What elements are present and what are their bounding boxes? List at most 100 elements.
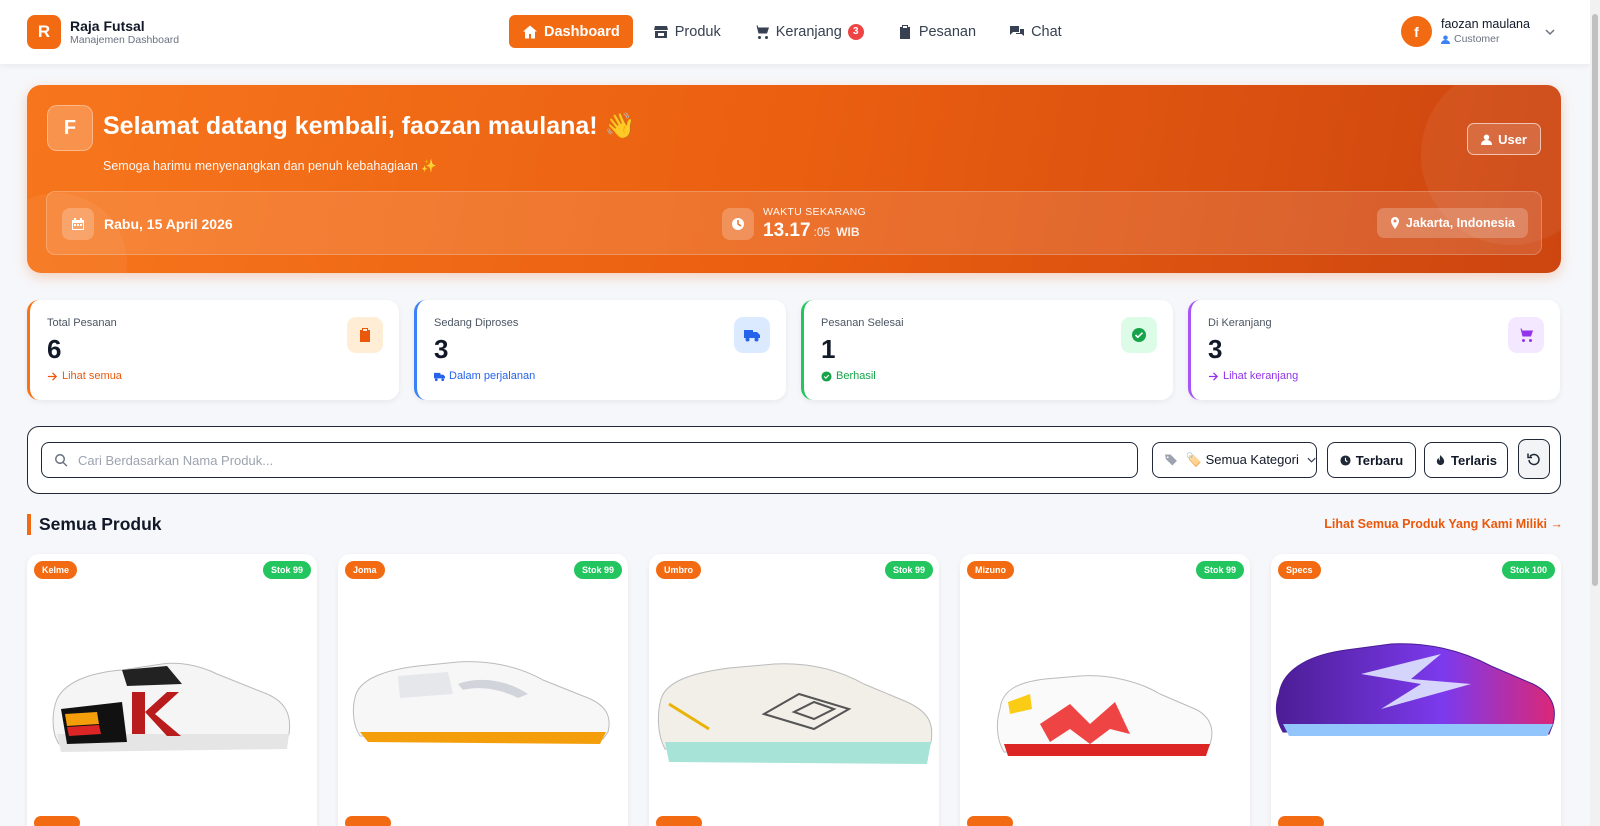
product-stock-badge: Stok 100 bbox=[1501, 561, 1555, 579]
category-select[interactable]: 🏷️ Semua Kategori bbox=[1152, 442, 1317, 478]
stat-link-label: Lihat semua bbox=[62, 370, 122, 382]
section-title: Semua Produk bbox=[27, 514, 162, 535]
cart-icon bbox=[1508, 317, 1544, 353]
nav-dashboard-label: Dashboard bbox=[544, 23, 620, 40]
brand-subtitle: Manajemen Dashboard bbox=[70, 33, 180, 46]
product-brand-tag: Specs bbox=[1278, 561, 1321, 579]
arrow-right-icon bbox=[47, 371, 58, 381]
sort-newest-button[interactable]: Terbaru bbox=[1327, 442, 1416, 478]
product-card[interactable]: Mizuno Stok 99 bbox=[960, 554, 1250, 826]
reset-filter-button[interactable] bbox=[1518, 439, 1550, 479]
product-card[interactable]: Joma Stok 99 bbox=[338, 554, 628, 826]
user-menu[interactable]: f faozan maulana Customer bbox=[1401, 16, 1556, 47]
user-icon bbox=[1441, 34, 1450, 44]
main-nav: Dashboard Produk Keranjang 3 Pesanan Cha… bbox=[509, 15, 1082, 48]
stat-link-label: Berhasil bbox=[836, 370, 876, 382]
cart-icon bbox=[753, 25, 769, 39]
product-badge-partial bbox=[1278, 816, 1324, 826]
product-brand-tag: Mizuno bbox=[967, 561, 1014, 579]
product-card[interactable]: Kelme Stok 99 bbox=[27, 554, 317, 826]
welcome-subtitle: Semoga harimu menyenangkan dan penuh keb… bbox=[103, 159, 437, 173]
search-icon bbox=[55, 454, 68, 467]
truck-icon bbox=[734, 317, 770, 353]
time-label: WAKTU SEKARANG bbox=[763, 206, 866, 218]
product-stock-badge: Stok 99 bbox=[573, 561, 622, 579]
product-stock-badge: Stok 99 bbox=[262, 561, 311, 579]
stat-link-label: Dalam perjalanan bbox=[449, 370, 536, 382]
nav-chat-label: Chat bbox=[1031, 23, 1062, 40]
nav-chat[interactable]: Chat bbox=[996, 15, 1075, 48]
home-icon bbox=[523, 25, 537, 38]
current-date: Rabu, 15 April 2026 bbox=[104, 216, 233, 232]
product-badge-partial bbox=[656, 816, 702, 826]
product-badge-partial bbox=[34, 816, 80, 826]
stat-value: 6 bbox=[47, 334, 62, 364]
page-scrollbar[interactable] bbox=[1590, 0, 1600, 826]
sort-newest-label: Terbaru bbox=[1355, 452, 1404, 468]
timezone: WIB bbox=[836, 225, 860, 239]
product-image bbox=[1275, 643, 1555, 736]
info-bar: Rabu, 15 April 2026 WAKTU SEKARANG 13.17… bbox=[46, 191, 1542, 255]
check-circle-icon bbox=[821, 370, 832, 382]
search-box[interactable] bbox=[41, 442, 1138, 478]
check-circle-icon bbox=[1121, 317, 1157, 353]
current-time: 13.17 :05 WIB bbox=[763, 220, 860, 242]
nav-dashboard[interactable]: Dashboard bbox=[509, 15, 633, 48]
refresh-icon bbox=[1527, 453, 1540, 466]
sort-bestseller-button[interactable]: Terlaris bbox=[1424, 442, 1508, 478]
user-role-label: Customer bbox=[1454, 33, 1500, 45]
user-name: faozan maulana bbox=[1441, 17, 1530, 31]
brand[interactable]: R Raja Futsal Manajemen Dashboard bbox=[27, 15, 179, 49]
stat-value: 3 bbox=[434, 334, 449, 364]
stat-card-in-cart[interactable]: Di Keranjang 3 Lihat keranjang bbox=[1188, 300, 1560, 400]
user-role: Customer bbox=[1441, 32, 1530, 46]
in-transit-link[interactable]: Dalam perjalanan bbox=[434, 370, 535, 382]
product-card[interactable]: Specs Stok 100 bbox=[1271, 554, 1561, 826]
stat-card-in-process[interactable]: Sedang Diproses 3 Dalam perjalanan bbox=[414, 300, 786, 400]
product-card[interactable]: Umbro Stok 99 bbox=[649, 554, 939, 826]
stat-label: Total Pesanan bbox=[47, 317, 117, 329]
nav-keranjang[interactable]: Keranjang 3 bbox=[741, 15, 877, 48]
time-seconds: :05 bbox=[813, 225, 831, 239]
top-navbar: R Raja Futsal Manajemen Dashboard Dashbo… bbox=[0, 0, 1590, 64]
welcome-banner: F Selamat datang kembali, faozan maulana… bbox=[27, 85, 1561, 273]
product-stock-badge: Stok 99 bbox=[1195, 561, 1244, 579]
view-all-products-link[interactable]: Lihat Semua Produk Yang Kami Miliki → bbox=[1324, 517, 1563, 531]
brand-name: Raja Futsal bbox=[70, 17, 145, 34]
product-image bbox=[52, 662, 291, 752]
stat-link-label: Lihat keranjang bbox=[1223, 370, 1299, 382]
scrollbar-thumb[interactable] bbox=[1592, 14, 1598, 586]
map-pin-icon bbox=[1390, 217, 1399, 229]
nav-keranjang-label: Keranjang bbox=[775, 23, 842, 40]
success-link[interactable]: Berhasil bbox=[821, 370, 876, 382]
product-brand-tag: Kelme bbox=[34, 561, 78, 579]
chat-icon bbox=[1010, 25, 1025, 36]
user-role-button-label: User bbox=[1498, 131, 1527, 147]
view-cart-link[interactable]: Lihat keranjang bbox=[1208, 370, 1298, 382]
product-image bbox=[352, 661, 610, 744]
nav-pesanan[interactable]: Pesanan bbox=[884, 15, 989, 48]
brand-logo: R bbox=[27, 15, 61, 49]
nav-produk[interactable]: Produk bbox=[640, 15, 734, 48]
category-select-value: 🏷️ Semua Kategori bbox=[1185, 452, 1299, 467]
stat-label: Di Keranjang bbox=[1208, 317, 1272, 329]
user-role-button[interactable]: User bbox=[1467, 123, 1541, 155]
location-label: Jakarta, Indonesia bbox=[1405, 216, 1515, 230]
filter-bar: 🏷️ Semua Kategori Terbaru Terlaris bbox=[27, 426, 1561, 494]
nav-produk-label: Produk bbox=[674, 23, 721, 40]
search-input[interactable] bbox=[78, 452, 1118, 468]
stat-value: 1 bbox=[821, 334, 836, 364]
product-image bbox=[996, 675, 1213, 756]
stat-label: Pesanan Selesai bbox=[821, 317, 904, 329]
view-all-orders-link[interactable]: Lihat semua bbox=[47, 370, 122, 382]
nav-pesanan-label: Pesanan bbox=[918, 23, 977, 40]
location-pill: Jakarta, Indonesia bbox=[1376, 208, 1528, 238]
banner-avatar: F bbox=[47, 105, 93, 151]
stat-card-completed[interactable]: Pesanan Selesai 1 Berhasil bbox=[801, 300, 1173, 400]
store-icon bbox=[653, 25, 668, 38]
cart-count-badge: 3 bbox=[847, 23, 864, 40]
product-brand-tag: Joma bbox=[345, 561, 385, 579]
stat-card-total-orders[interactable]: Total Pesanan 6 Lihat semua bbox=[27, 300, 399, 400]
fire-icon bbox=[1436, 454, 1445, 465]
user-icon bbox=[1481, 134, 1493, 145]
